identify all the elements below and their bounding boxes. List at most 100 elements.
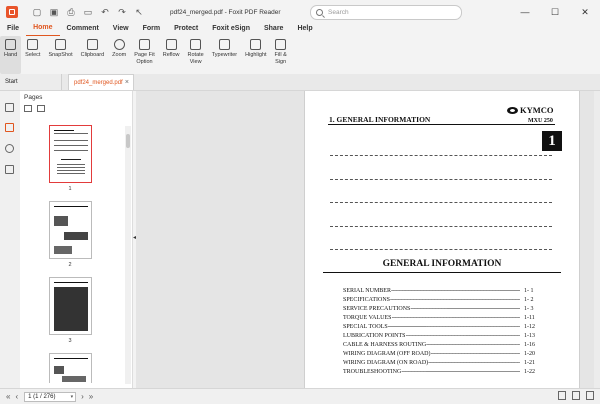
header-rule [328,124,555,125]
typewriter-icon [218,39,230,50]
maximize-button[interactable]: ☐ [540,7,570,18]
menu-comment[interactable]: Comment [60,25,106,36]
menu-view[interactable]: View [106,25,136,36]
panel-tools [24,105,45,112]
window-controls: — ☐ ✕ [510,0,600,24]
document-tab-bar: Start pdf24_merged.pdf × [0,74,600,91]
tab-document-label: pdf24_merged.pdf [74,79,123,86]
first-page-button[interactable]: « [6,392,10,401]
page-thumbnail[interactable] [49,125,92,183]
menu-share[interactable]: Share [257,25,290,36]
toc-entry: TROUBLESHOOTING -------------------------… [343,369,535,375]
kymco-logo-icon [507,106,518,114]
page-options-icon[interactable] [24,105,32,112]
menu-help[interactable]: Help [290,25,319,36]
reflow-icon [165,39,177,50]
hand-icon [5,39,17,50]
hand-button[interactable]: Hand [0,36,22,74]
save-icon[interactable]: ▣ [49,7,59,18]
select-button[interactable]: Select [21,36,44,74]
zoom-button[interactable]: Zoom [108,36,130,74]
tab-start[interactable]: Start [0,74,62,90]
close-tab-icon[interactable]: × [125,79,129,86]
document-scrollbar[interactable] [594,91,600,388]
snapshot-button[interactable]: SnapShot [44,36,76,74]
pages-panel: Pages 1 2 3 [20,91,133,388]
typewriter-button[interactable]: Typewriter [208,36,241,74]
menu-file[interactable]: File [0,25,26,36]
open-icon[interactable]: ▢ [32,7,42,18]
bookmark-icon[interactable] [5,103,14,112]
continuous-view-icon[interactable] [572,391,580,400]
status-bar: « ‹ 1 (1 / 276) ▾ › » [0,388,600,404]
chapter-number: 1 [542,131,562,151]
highlight-icon [250,39,262,50]
clipboard-icon [86,39,98,50]
highlight-button[interactable]: Highlight [241,36,270,74]
snapshot-icon [55,39,67,50]
page-header-title: 1. GENERAL INFORMATION [329,115,431,124]
rotate-icon [190,39,202,50]
fill-sign-button[interactable]: Fill & Sign [271,36,291,74]
menu-protect[interactable]: Protect [167,25,205,36]
toc-entry: TORQUE VALUES ---------------------------… [343,315,535,321]
page-number-input[interactable]: 1 (1 / 276) ▾ [24,391,77,402]
page-thumbnail[interactable] [49,201,92,259]
undo-icon[interactable]: ↶ [100,7,110,18]
menu-home[interactable]: Home [26,24,60,36]
thumbnail-size-icon[interactable] [37,105,45,112]
toc-entry: SERIAL NUMBER ---------------------------… [343,288,534,294]
close-window-button[interactable]: ✕ [570,7,600,18]
page-thumbnail[interactable] [49,353,92,383]
page-thumbnail[interactable] [49,277,92,335]
redo-icon[interactable]: ↷ [117,7,127,18]
view-mode-buttons [558,391,594,400]
select-tool-icon[interactable]: ↖ [134,7,144,18]
page-number-value: 1 (1 / 276) [28,393,56,400]
navigation-sidebar [0,91,21,388]
last-page-button[interactable]: » [89,392,93,401]
notes-line [330,226,552,227]
thumbnail-number: 1 [68,186,72,192]
previous-page-button[interactable]: ‹ [15,392,18,401]
single-page-view-icon[interactable] [558,391,566,400]
toc-entry: WIRING DIAGRAM (ON ROAD) ----------------… [343,360,535,366]
pdf-page: KYMCO 1. GENERAL INFORMATION MXU 250 1 G… [304,91,580,388]
print-icon[interactable]: ⎙ [66,7,76,18]
attachments-icon[interactable] [5,165,14,174]
next-page-button[interactable]: › [81,392,84,401]
panel-scroll-thumb[interactable] [126,134,130,148]
toc-entry: LUBRICATION POINTS ----------------------… [343,333,535,339]
reflow-button[interactable]: Reflow [159,36,184,74]
search-box[interactable]: Search [310,5,462,20]
tab-document[interactable]: pdf24_merged.pdf × [68,74,134,90]
menu-bar: File Home Comment View Form Protect Foxi… [0,24,600,36]
comments-icon[interactable] [5,144,14,153]
pages-icon[interactable] [5,123,14,132]
search-placeholder: Search [328,9,349,16]
panel-scrollbar[interactable] [125,126,131,384]
notes-line [330,155,552,156]
quick-access-toolbar: ▢ ▣ ⎙ ▭ ↶ ↷ ↖ [32,7,144,18]
section-title: GENERAL INFORMATION [382,259,502,269]
minimize-button[interactable]: — [510,7,540,17]
page-fit-icon [138,39,150,50]
toc-entry: SPECIAL TOOLS ---------------------------… [343,324,535,330]
zoom-icon [113,39,125,50]
chevron-down-icon[interactable]: ▾ [71,394,74,400]
menu-foxit-esign[interactable]: Foxit eSign [205,25,257,36]
notes-line [330,179,552,180]
menu-form[interactable]: Form [136,25,168,36]
clipboard-button[interactable]: Clipboard [77,36,109,74]
facing-view-icon[interactable] [586,391,594,400]
ribbon-toolbar: Hand Select SnapShot Clipboard Zoom Page… [0,36,600,75]
page-fit-option-button[interactable]: Page Fit Option [130,36,158,74]
document-view[interactable]: KYMCO 1. GENERAL INFORMATION MXU 250 1 G… [136,91,600,388]
notes-line [330,202,552,203]
rotate-view-button[interactable]: Rotate View [184,36,208,74]
toc-entry: SPECIFICATIONS --------------------------… [343,297,534,303]
brand-logo: KYMCO [507,105,554,115]
panel-title: Pages [24,94,43,101]
new-icon[interactable]: ▭ [83,7,93,18]
toc-entry: SERVICE PRECAUTIONS ---------------------… [343,306,534,312]
